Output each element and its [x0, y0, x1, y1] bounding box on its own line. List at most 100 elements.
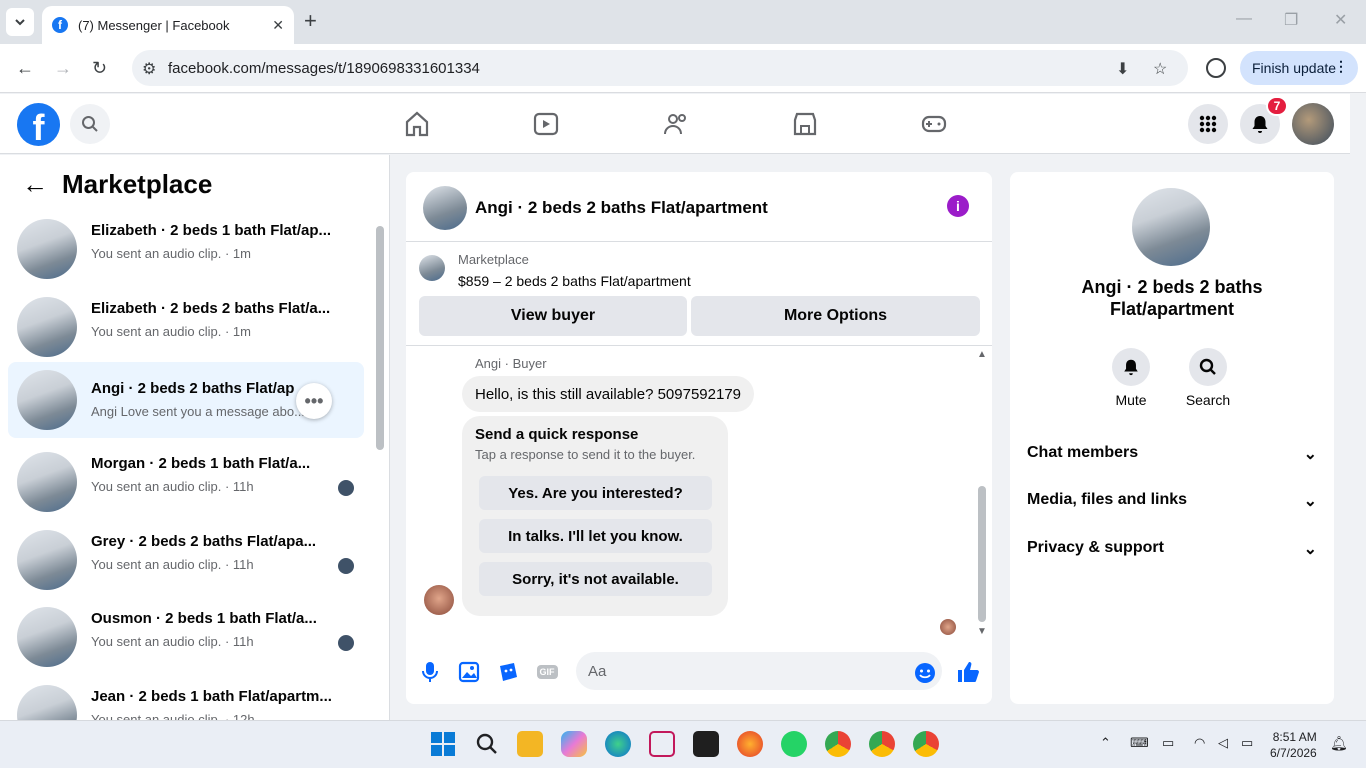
system-clock[interactable]: 8:51 AM 6/7/2026 — [1270, 729, 1317, 761]
menu-grid-icon[interactable] — [1188, 104, 1228, 144]
list-item[interactable]: Morgan · 2 beds 1 bath Flat/a... You sent… — [8, 446, 364, 516]
message-input[interactable]: Aa — [576, 652, 942, 690]
view-buyer-button[interactable]: View buyer — [419, 296, 687, 336]
wifi-icon[interactable]: ◠ — [1194, 735, 1205, 751]
battery-icon[interactable]: ▭ — [1241, 735, 1253, 751]
tray-chevron-up-icon[interactable]: ⌃ — [1100, 735, 1111, 751]
chrome-icon[interactable] — [825, 731, 851, 757]
list-item[interactable]: Elizabeth · 2 beds 1 bath Flat/ap... You … — [8, 213, 364, 283]
message-bubble[interactable]: Hello, is this still available? 50975921… — [462, 376, 755, 412]
start-icon[interactable] — [430, 731, 456, 757]
listing-price[interactable]: $859 – 2 beds 2 baths Flat/apartment — [458, 273, 691, 289]
quick-response-option[interactable]: Yes. Are you interested? — [479, 476, 712, 510]
seen-avatar — [338, 635, 354, 651]
page-scrollbar[interactable] — [1350, 94, 1366, 720]
install-icon[interactable]: ⬇ — [1116, 59, 1129, 79]
list-item[interactable]: Grey · 2 beds 2 baths Flat/apa... You sen… — [8, 524, 364, 594]
conversation-more-options-button[interactable]: ••• — [296, 383, 332, 419]
chrome-profile-icon[interactable] — [913, 731, 939, 757]
back-icon[interactable]: ← — [16, 58, 34, 79]
url-text[interactable]: facebook.com/messages/t/1890698331601334 — [168, 60, 480, 77]
photo-icon[interactable] — [457, 660, 481, 684]
maximize-icon[interactable]: ❐ — [1284, 10, 1298, 30]
scroll-down-arrow-icon[interactable]: ▼ — [977, 626, 987, 637]
privacy-support-section[interactable]: Privacy & support ⌄ — [1027, 539, 1317, 559]
sticky-notes-icon[interactable] — [693, 731, 719, 757]
sticker-icon[interactable] — [496, 660, 520, 684]
banner-label: Marketplace — [458, 252, 529, 267]
seen-avatar — [338, 480, 354, 496]
notification-bell-icon[interactable]: 🔔︎ — [1330, 735, 1348, 752]
mute-button[interactable]: Mute — [1101, 348, 1161, 408]
reload-icon[interactable]: ↻ — [92, 58, 107, 79]
listing-thumbnail — [17, 297, 77, 357]
account-avatar[interactable] — [1292, 103, 1334, 145]
close-window-icon[interactable]: ✕ — [1334, 10, 1347, 30]
friends-icon[interactable] — [660, 108, 692, 140]
emoji-icon[interactable] — [913, 661, 937, 685]
profile-icon[interactable] — [1206, 58, 1226, 78]
convo-preview: You sent an audio clip. · 12h — [91, 712, 255, 720]
facebook-header: f — [0, 94, 1350, 154]
search-button[interactable] — [70, 104, 110, 144]
list-item[interactable]: Ousmon · 2 beds 1 bath Flat/a... You sent… — [8, 601, 364, 671]
bookmark-star-icon[interactable]: ☆ — [1153, 59, 1167, 79]
search-conversation-button[interactable]: Search — [1178, 348, 1238, 408]
microphone-icon[interactable] — [418, 660, 442, 684]
notification-badge: 7 — [1266, 96, 1288, 116]
chat-header: Angi · 2 beds 2 baths Flat/apartment i — [406, 172, 992, 242]
copilot-icon[interactable] — [561, 731, 587, 757]
quick-response-option[interactable]: In talks. I'll let you know. — [479, 519, 712, 553]
forward-icon[interactable]: → — [54, 58, 72, 79]
edge-icon[interactable] — [605, 731, 631, 757]
more-menu-icon[interactable]: ⋮ — [1334, 58, 1348, 75]
search-icon[interactable] — [474, 731, 500, 757]
snipping-tool-icon[interactable] — [649, 731, 675, 757]
minimize-icon[interactable]: — — [1236, 10, 1252, 28]
clock-date: 6/7/2026 — [1270, 746, 1317, 760]
display-icon[interactable]: ▭ — [1162, 735, 1174, 751]
chat-scrollbar[interactable] — [978, 486, 986, 622]
listing-thumbnail — [17, 370, 77, 430]
close-tab-icon[interactable]: ✕ — [272, 17, 284, 34]
browser-tab[interactable]: f (7) Messenger | Facebook ✕ — [42, 6, 294, 44]
info-icon[interactable]: i — [947, 195, 969, 217]
firefox-icon[interactable] — [737, 731, 763, 757]
chat-members-section[interactable]: Chat members ⌄ — [1027, 444, 1317, 464]
omnibox[interactable]: ⚙ facebook.com/messages/t/18906983316013… — [132, 50, 1188, 86]
bell-icon — [1112, 348, 1150, 386]
quick-response-option[interactable]: Sorry, it's not available. — [479, 562, 712, 596]
thumbs-up-icon[interactable] — [956, 660, 980, 684]
gif-icon[interactable]: GIF — [535, 660, 559, 684]
convo-preview: You sent an audio clip. · 1m — [91, 246, 251, 261]
whatsapp-icon[interactable] — [781, 731, 807, 757]
finish-update-button[interactable]: Finish update ⋮ — [1240, 51, 1358, 85]
back-arrow-icon[interactable]: ← — [22, 169, 48, 200]
file-explorer-icon[interactable] — [517, 731, 543, 757]
gaming-icon[interactable] — [918, 108, 950, 140]
new-tab-icon[interactable]: + — [304, 10, 317, 32]
keyboard-icon[interactable]: ⌨ — [1130, 735, 1149, 751]
listing-thumbnail — [419, 255, 445, 281]
marketplace-icon[interactable] — [789, 108, 821, 140]
listing-thumbnail — [1132, 188, 1210, 266]
home-icon[interactable] — [401, 108, 433, 140]
list-item[interactable]: Jean · 2 beds 1 bath Flat/apartm... You s… — [8, 679, 364, 720]
media-files-links-section[interactable]: Media, files and links ⌄ — [1027, 491, 1317, 511]
volume-icon[interactable]: ◁ — [1218, 735, 1228, 751]
convo-preview: You sent an audio clip. · 1m — [91, 324, 251, 339]
chat-thumbnail[interactable] — [423, 186, 467, 230]
tab-search-dropdown[interactable] — [6, 8, 34, 36]
list-item[interactable]: Elizabeth · 2 beds 2 baths Flat/a... You … — [8, 291, 364, 361]
chat-title[interactable]: Angi · 2 beds 2 baths Flat/apartment — [475, 198, 768, 218]
message-thread: Angi · Buyer Hello, is this still availa… — [406, 347, 992, 637]
facebook-logo-icon[interactable]: f — [17, 103, 60, 146]
sender-avatar[interactable] — [424, 585, 454, 615]
list-scrollbar[interactable] — [376, 226, 384, 450]
video-icon[interactable] — [530, 108, 562, 140]
chrome-profile-icon[interactable] — [869, 731, 895, 757]
scroll-up-arrow-icon[interactable]: ▲ — [977, 349, 987, 360]
listing-thumbnail — [17, 530, 77, 590]
site-info-icon[interactable]: ⚙ — [142, 59, 156, 79]
more-options-button[interactable]: More Options — [691, 296, 980, 336]
